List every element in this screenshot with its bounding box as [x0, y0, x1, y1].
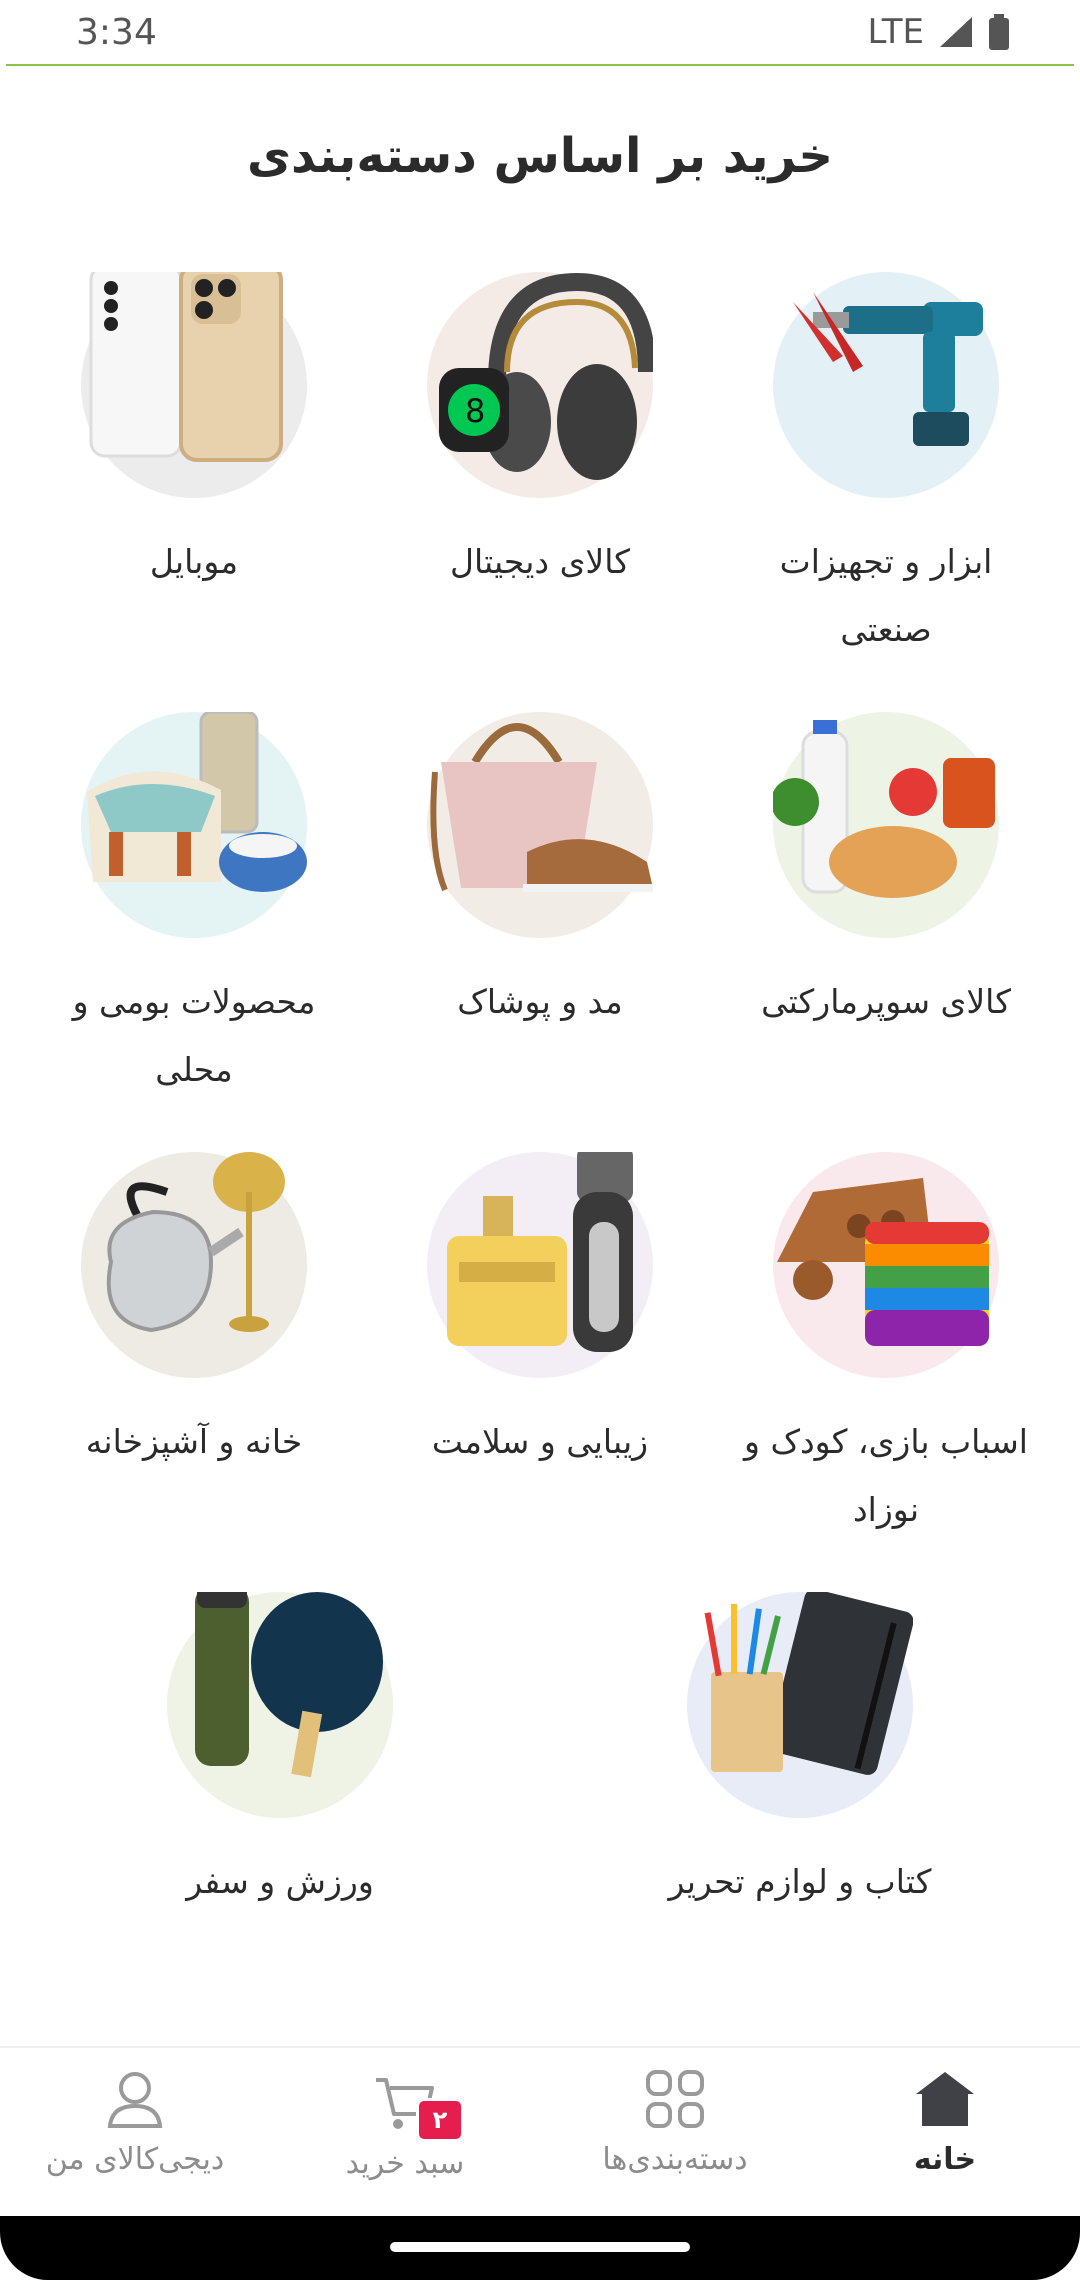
category-label: کالای سوپرمارکتی — [761, 982, 1011, 1021]
nav-label-home: خانه — [913, 2142, 977, 2177]
category-label: ورزش و سفر — [186, 1862, 374, 1901]
category-label: موبایل — [149, 542, 239, 581]
status-divider — [6, 64, 1074, 66]
system-gesture-area — [0, 2216, 1080, 2280]
category-beauty[interactable]: زیبایی و سلامت — [380, 1152, 700, 1476]
home-icon — [916, 2072, 974, 2126]
category-toys-kids[interactable]: اسباب بازی، کودک و نوزاد — [726, 1152, 1046, 1544]
home-gesture-bar[interactable] — [390, 2242, 690, 2252]
status-indicators: LTE — [867, 12, 1010, 52]
headphones-icon: 8 — [427, 272, 653, 498]
nav-label-profile: دیجی‌کالای من — [45, 2142, 225, 2177]
status-bar: 3:34 LTE — [0, 0, 1080, 66]
nav-home[interactable]: خانه — [810, 2068, 1080, 2177]
battery-icon — [989, 14, 1009, 50]
category-industrial-tools[interactable]: ابزار و تجهیزات صنعتی — [726, 272, 1046, 664]
category-mobile[interactable]: موبایل — [34, 272, 354, 596]
smartphone-icon — [81, 272, 307, 498]
signal-icon — [940, 17, 972, 47]
sport-travel-icon — [167, 1592, 393, 1818]
status-time: 3:34 — [76, 12, 157, 53]
category-local-products[interactable]: محصولات بومی و محلی — [34, 712, 354, 1104]
cart-badge: ۲ — [416, 2098, 464, 2142]
perfume-icon — [427, 1152, 653, 1378]
kettle-lamp-icon — [81, 1152, 307, 1378]
category-home-kitchen[interactable]: خانه و آشپزخانه — [34, 1152, 354, 1476]
handbag-shoe-icon — [427, 712, 653, 938]
network-type: LTE — [867, 12, 924, 52]
nav-cart[interactable]: ۲ سبد خرید — [270, 2068, 540, 2181]
nav-label-cart: سبد خرید — [345, 2146, 465, 2181]
category-label: کتاب و لوازم تحریر — [668, 1862, 932, 1901]
category-label: کالای دیجیتال — [449, 542, 631, 581]
groceries-icon — [773, 712, 999, 938]
user-icon — [107, 2072, 163, 2128]
category-label: اسباب بازی، کودک و نوزاد — [744, 1422, 1028, 1529]
nav-categories[interactable]: دسته‌بندی‌ها — [540, 2068, 810, 2177]
category-supermarket[interactable]: کالای سوپرمارکتی — [726, 712, 1046, 1036]
category-sport-travel[interactable]: ورزش و سفر — [120, 1592, 440, 1916]
category-label: زیبایی و سلامت — [431, 1422, 649, 1461]
notebook-pencils-icon — [687, 1592, 913, 1818]
page-title: خرید بر اساس دسته‌بندی — [246, 128, 833, 184]
category-books-stationery[interactable]: کتاب و لوازم تحریر — [640, 1592, 960, 1916]
svg-text:8: 8 — [465, 392, 485, 430]
category-digital[interactable]: 8 کالای دیجیتال — [380, 272, 700, 596]
grid-icon — [646, 2070, 704, 2128]
category-label: محصولات بومی و محلی — [72, 982, 316, 1089]
local-products-icon — [81, 712, 307, 938]
category-fashion[interactable]: مد و پوشاک — [380, 712, 700, 1036]
toy-icon — [773, 1152, 999, 1378]
power-drill-icon — [773, 272, 999, 498]
category-label: ابزار و تجهیزات صنعتی — [779, 542, 993, 649]
category-label: مد و پوشاک — [457, 982, 623, 1021]
category-label: خانه و آشپزخانه — [85, 1422, 303, 1461]
nav-label-categories: دسته‌بندی‌ها — [602, 2142, 748, 2177]
bottom-nav: خانه دسته‌بندی‌ها ۲ سبد خرید دیجی‌کالای … — [0, 2046, 1080, 2218]
nav-profile[interactable]: دیجی‌کالای من — [0, 2068, 270, 2177]
